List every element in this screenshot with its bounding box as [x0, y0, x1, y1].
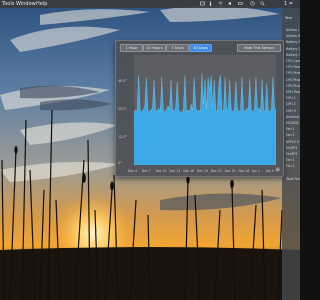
battery-icon[interactable]	[238, 1, 243, 6]
sensor-list-item[interactable]: GPU Prox	[286, 90, 300, 94]
sensor-list-item[interactable]: Airflow R	[286, 34, 300, 38]
menubar-extra[interactable]: 1 ≠	[284, 0, 293, 8]
x-tick-label: Dec 22	[210, 169, 222, 173]
y-tick-label: 0°	[118, 161, 122, 165]
sensor-list-item[interactable]: Airflow l	[286, 28, 300, 32]
tab-30-days[interactable]: 30 Days	[189, 44, 212, 52]
search-icon[interactable]	[260, 1, 265, 6]
sensor-list-item[interactable]: APPLE S	[286, 140, 300, 144]
menu-help[interactable]: Help	[36, 0, 47, 8]
tab-1-hour[interactable]: 1 Hour	[120, 44, 143, 52]
sensor-list-item[interactable]: GPU 2	[286, 102, 300, 106]
menu-window[interactable]: Window	[16, 0, 36, 8]
sensor-sidebar: Tem Airflow l Airflow R Battery 1 Battery 2…	[282, 8, 300, 300]
x-tick-label: Jan 4	[266, 169, 274, 173]
sensor-history-popup: 1 Hour 24 Hours 7 Days 30 Days Hide This…	[115, 40, 284, 177]
tab-24-hours[interactable]: 24 Hours	[143, 44, 166, 52]
sensor-list-item[interactable]: CPU Core	[286, 59, 300, 63]
y-tick-label: 25.5°	[118, 107, 127, 111]
sensor-list-item[interactable]: CPU Heat	[286, 65, 300, 69]
x-tick-label: Dec 7	[141, 169, 151, 173]
sensor-list-item[interactable]: HD/SSD	[286, 121, 300, 125]
sensor-list-item[interactable]: Battery 2	[286, 47, 300, 51]
sensor-list-item[interactable]: Fan 1	[286, 158, 300, 162]
x-tick-label: Dec 25	[224, 169, 236, 173]
gear-icon[interactable]	[275, 167, 280, 172]
temperature-history-chart	[134, 55, 276, 165]
sensor-list-item[interactable]: Battery 1	[286, 40, 300, 44]
sensor-list-item[interactable]: Fan 2	[286, 133, 300, 137]
sensor-list-item[interactable]: Ambient	[286, 115, 300, 119]
wifi-icon[interactable]	[218, 1, 223, 6]
sensor-list-item[interactable]: GPU 1	[286, 96, 300, 100]
menu-bar: Tools Window Help 1 ≠	[0, 0, 300, 8]
x-tick-label: Dec 10	[155, 169, 167, 173]
x-tick-label: Dec 28	[238, 169, 250, 173]
x-tick-label: Dec 13	[169, 169, 181, 173]
sensor-list-item[interactable]: Fan 1	[286, 127, 300, 131]
sensor-list-item[interactable]: CPU Prox	[286, 78, 300, 82]
clock-icon[interactable]	[250, 1, 255, 6]
sensor-list-item[interactable]: St-MP3	[286, 152, 300, 156]
sensor-list-item[interactable]: CPU Prox	[286, 84, 300, 88]
sensor-list-item[interactable]: St-MP3	[286, 146, 300, 150]
tab-7-days[interactable]: 7 Days	[166, 44, 189, 52]
thermometer-icon[interactable]	[208, 1, 213, 6]
hide-sensor-button[interactable]: Hide This Sensor	[237, 44, 281, 52]
sidebar-footer: Total Fan	[286, 177, 300, 181]
x-tick-label: Dec 4	[128, 169, 137, 173]
y-tick-label: 12.5°	[118, 135, 127, 139]
y-tick-label: 40.5°	[118, 79, 127, 83]
display-icon[interactable]	[200, 1, 205, 6]
x-tick-label: Jan 1	[252, 169, 260, 173]
menu-tools[interactable]: Tools	[2, 0, 14, 8]
sidebar-title: Tem	[285, 16, 292, 20]
sensor-list-item[interactable]: CPU Prox	[286, 71, 300, 75]
sensor-list-item[interactable]: GPU 3	[286, 109, 300, 113]
x-tick-label: Dec 19	[197, 169, 208, 173]
sensor-list-item[interactable]: Fan 2	[286, 164, 300, 168]
sensor-list-item[interactable]: Battery 3	[286, 53, 300, 57]
x-tick-label: Dec 16	[183, 169, 195, 173]
volume-icon[interactable]	[228, 1, 233, 6]
